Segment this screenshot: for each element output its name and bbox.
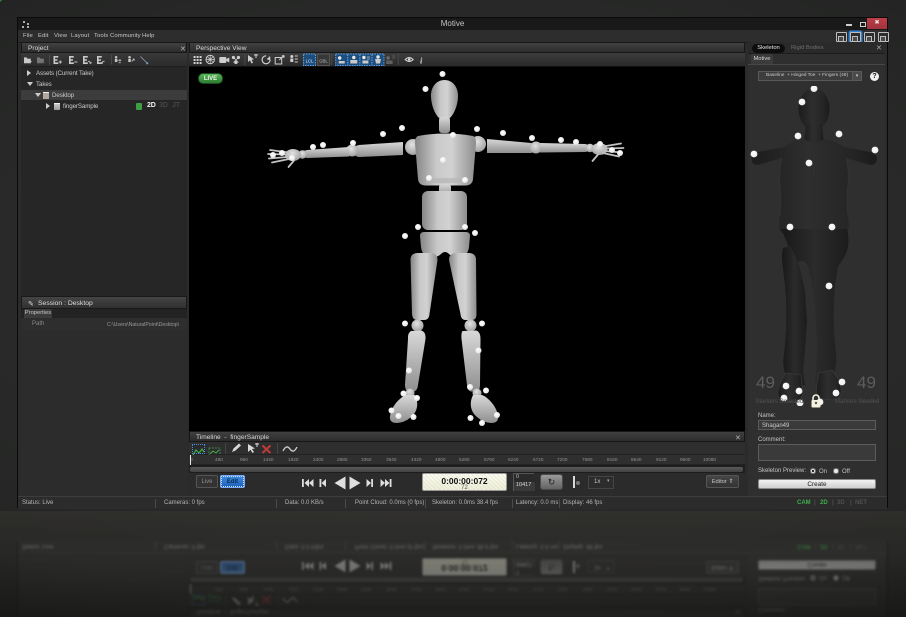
svg-text:i: i	[420, 56, 423, 66]
svg-text:LCL: LCL	[306, 59, 314, 64]
svg-text:GBL: GBL	[319, 59, 328, 64]
